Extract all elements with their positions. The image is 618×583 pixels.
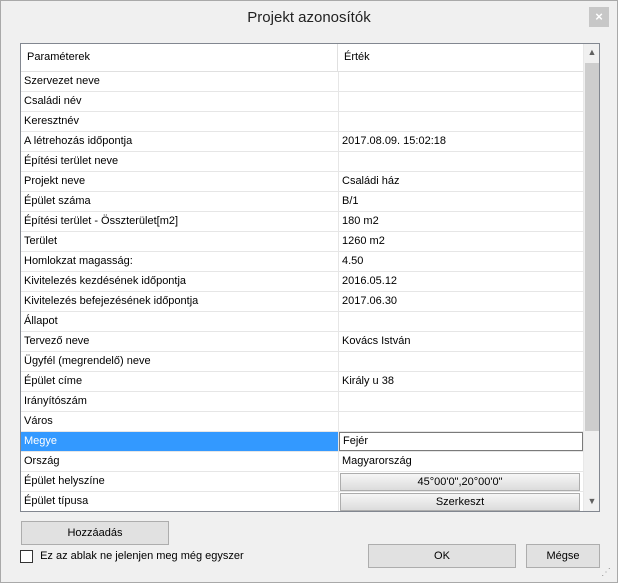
cancel-button[interactable]: Mégse xyxy=(526,544,600,568)
table-row[interactable]: Szervezet neve xyxy=(21,72,583,92)
parameter-value[interactable] xyxy=(339,152,583,171)
table-row[interactable]: Ország Magyarország xyxy=(21,452,583,472)
parameter-value[interactable]: 4.50 xyxy=(339,252,583,271)
table-row[interactable]: Állapot xyxy=(21,312,583,332)
table-row[interactable]: Város xyxy=(21,412,583,432)
parameter-name[interactable]: Kivitelezés befejezésének időpontja xyxy=(21,292,339,311)
parameter-value-button[interactable]: 45°00'0",20°00'0" xyxy=(340,473,580,491)
column-header-value[interactable]: Érték xyxy=(338,44,584,71)
parameter-value[interactable]: 2017.06.30 xyxy=(339,292,583,311)
parameter-name[interactable]: Építési terület - Összterület[m2] xyxy=(21,212,339,231)
parameter-name[interactable]: Irányítószám xyxy=(21,392,339,411)
table-row[interactable]: Kivitelezés befejezésének időpontja 2017.… xyxy=(21,292,583,312)
parameter-value[interactable] xyxy=(339,92,583,111)
parameter-name[interactable]: Terület xyxy=(21,232,339,251)
parameter-name[interactable]: Épület típusa xyxy=(21,492,339,511)
table-row[interactable]: Épület helyszíne 45°00'0",20°00'0" xyxy=(21,472,583,492)
parameter-name[interactable]: Szervezet neve xyxy=(21,72,339,91)
parameter-value[interactable]: 1260 m2 xyxy=(339,232,583,251)
parameter-name[interactable]: Családi név xyxy=(21,92,339,111)
title-bar: Projekt azonosítók × xyxy=(1,1,617,33)
parameter-value[interactable] xyxy=(339,72,583,91)
resize-grip-icon[interactable]: ⋰ xyxy=(601,567,613,579)
table-row[interactable]: Projekt neve Családi ház xyxy=(21,172,583,192)
parameter-grid: Paraméterek Érték Szervezet neve Családi … xyxy=(20,43,600,512)
parameter-name[interactable]: Épület helyszíne xyxy=(21,472,339,491)
table-row[interactable]: Keresztnév xyxy=(21,112,583,132)
grid-rows: Szervezet neve Családi név Keresztnév A lét… xyxy=(21,72,583,511)
table-row[interactable]: Épület száma B/1 xyxy=(21,192,583,212)
table-row[interactable]: Építési terület - Összterület[m2] 180 m2 xyxy=(21,212,583,232)
parameter-value[interactable]: Családi ház xyxy=(339,172,583,191)
table-row[interactable]: Homlokzat magasság: 4.50 xyxy=(21,252,583,272)
parameter-name[interactable]: Megye xyxy=(21,432,339,451)
parameter-name[interactable]: Ügyfél (megrendelő) neve xyxy=(21,352,339,371)
parameter-value-editor[interactable]: Fejér xyxy=(339,432,583,451)
parameter-value[interactable] xyxy=(339,112,583,131)
table-row[interactable]: Ügyfél (megrendelő) neve xyxy=(21,352,583,372)
parameter-name[interactable]: Építési terület neve xyxy=(21,152,339,171)
dialog-title: Projekt azonosítók xyxy=(247,9,371,26)
table-row[interactable]: Családi név xyxy=(21,92,583,112)
parameter-name[interactable]: Állapot xyxy=(21,312,339,331)
parameter-name[interactable]: Homlokzat magasság: xyxy=(21,252,339,271)
ok-button[interactable]: OK xyxy=(368,544,516,568)
table-row[interactable]: Megye Fejér xyxy=(21,432,583,452)
dialog-window: Projekt azonosítók × Paraméterek Érték S… xyxy=(0,0,618,583)
table-row[interactable]: Épület címe Király u 38 xyxy=(21,372,583,392)
dont-show-again-option[interactable]: Ez az ablak ne jelenjen meg még egyszer xyxy=(20,549,244,564)
close-button[interactable]: × xyxy=(589,7,609,27)
dont-show-again-checkbox[interactable] xyxy=(20,550,33,563)
parameter-value[interactable] xyxy=(339,392,583,411)
table-row[interactable]: Építési terület neve xyxy=(21,152,583,172)
parameter-name[interactable]: A létrehozás időpontja xyxy=(21,132,339,151)
parameter-name[interactable]: Keresztnév xyxy=(21,112,339,131)
parameter-name[interactable]: Tervező neve xyxy=(21,332,339,351)
parameter-name[interactable]: Város xyxy=(21,412,339,431)
parameter-value[interactable]: B/1 xyxy=(339,192,583,211)
close-icon: × xyxy=(595,9,603,24)
add-button[interactable]: Hozzáadás xyxy=(21,521,169,545)
parameter-value[interactable]: 2016.05.12 xyxy=(339,272,583,291)
parameter-value[interactable]: Magyarország xyxy=(339,452,583,471)
grid-header: Paraméterek Érték xyxy=(21,44,583,72)
dont-show-again-label[interactable]: Ez az ablak ne jelenjen meg még egyszer xyxy=(40,550,244,562)
table-row[interactable]: Épület típusa Szerkeszt xyxy=(21,492,583,511)
scroll-down-icon[interactable]: ▼ xyxy=(584,493,599,510)
parameter-value[interactable]: Kovács István xyxy=(339,332,583,351)
table-row[interactable]: A létrehozás időpontja 2017.08.09. 15:02:… xyxy=(21,132,583,152)
parameter-value[interactable]: Király u 38 xyxy=(339,372,583,391)
parameter-value[interactable]: 2017.08.09. 15:02:18 xyxy=(339,132,583,151)
parameter-name[interactable]: Épület címe xyxy=(21,372,339,391)
parameter-name[interactable]: Projekt neve xyxy=(21,172,339,191)
parameter-name[interactable]: Kivitelezés kezdésének időpontja xyxy=(21,272,339,291)
table-row[interactable]: Terület 1260 m2 xyxy=(21,232,583,252)
scroll-up-icon[interactable]: ▲ xyxy=(584,44,599,61)
parameter-value[interactable] xyxy=(339,412,583,431)
scroll-thumb[interactable] xyxy=(585,63,599,431)
parameter-name[interactable]: Épület száma xyxy=(21,192,339,211)
parameter-value[interactable] xyxy=(339,352,583,371)
table-row[interactable]: Irányítószám xyxy=(21,392,583,412)
parameter-name[interactable]: Ország xyxy=(21,452,339,471)
table-row[interactable]: Kivitelezés kezdésének időpontja 2016.05.… xyxy=(21,272,583,292)
table-row[interactable]: Tervező neve Kovács István xyxy=(21,332,583,352)
parameter-value-button[interactable]: Szerkeszt xyxy=(340,493,580,511)
parameter-value[interactable] xyxy=(339,312,583,331)
vertical-scrollbar[interactable]: ▲ ▼ xyxy=(583,44,599,511)
column-header-parameters[interactable]: Paraméterek xyxy=(21,44,338,71)
parameter-value[interactable]: 180 m2 xyxy=(339,212,583,231)
